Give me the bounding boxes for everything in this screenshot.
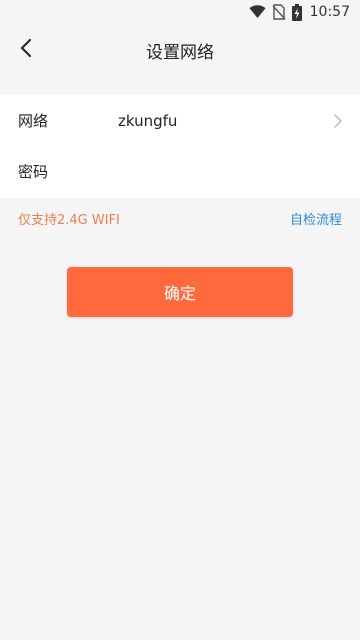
back-button[interactable] [10,34,42,66]
status-bar: 10:57 [0,0,360,24]
wifi-support-warning: 仅支持2.4G WIFI [18,213,120,228]
confirm-button[interactable]: 确定 [67,267,293,317]
network-label: 网络 [18,112,49,130]
password-row: 密码 [0,146,360,197]
battery-charging-icon [291,3,302,21]
network-form: 网络 zkungfu 密码 [0,95,360,198]
chevron-left-icon [20,39,32,61]
network-value: zkungfu [118,111,178,130]
password-label: 密码 [18,163,49,181]
network-row[interactable]: 网络 zkungfu [0,95,360,146]
self-check-link[interactable]: 自检流程 [290,209,342,228]
nav-bar: 设置网络 [0,24,360,76]
hint-row: 仅支持2.4G WIFI 自检流程 [0,203,360,233]
wifi-icon [249,5,266,19]
password-input[interactable] [118,156,338,187]
status-time: 10:57 [309,4,350,20]
page-title: 设置网络 [146,42,214,63]
chevron-right-icon [334,113,342,132]
no-sim-icon [272,4,286,20]
